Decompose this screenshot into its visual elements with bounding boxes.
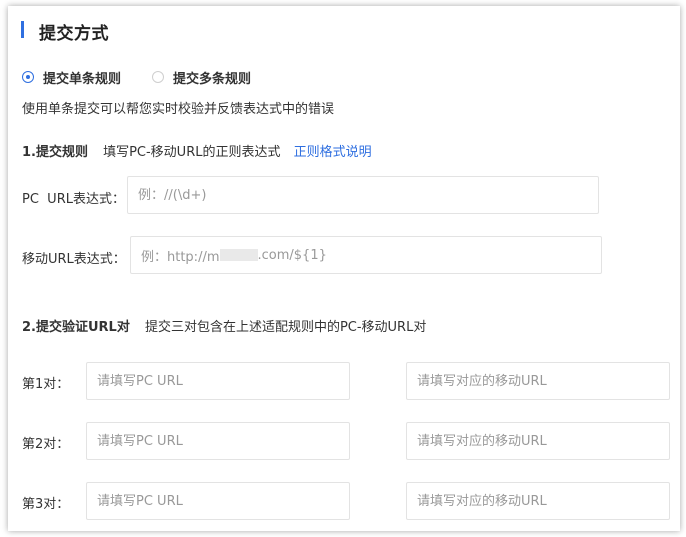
pair-1-pc-url-input[interactable] (86, 362, 350, 400)
verify-hint: 提交三对包含在上述适配规则中的PC-移动URL对 (144, 320, 427, 335)
radio-multi-label: 提交多条规则 (173, 72, 252, 87)
radio-checked-icon (22, 71, 34, 83)
verify-heading: 2.提交验证URL对 (22, 320, 130, 335)
pc-regex-input[interactable] (127, 176, 599, 214)
pair-2-pc-url-input[interactable] (86, 422, 350, 460)
pair-label: 第3对： (22, 497, 70, 512)
radio-single-rule[interactable]: 提交单条规则 (22, 68, 142, 87)
pair-label: 第2对： (22, 437, 70, 452)
pair-1-mobile-url-input[interactable] (406, 362, 670, 400)
pair-label: 第1对： (22, 377, 70, 392)
pair-2-mobile-url-input[interactable] (406, 422, 670, 460)
verify-header: 2.提交验证URL对 提交三对包含在上述适配规则中的PC-移动URL对 (22, 316, 426, 335)
masked-domain (219, 249, 258, 261)
submit-panel: 提交方式 提交单条规则 提交多条规则 使用单条提交可以帮您实时校验并反馈表达式中… (8, 6, 680, 531)
mobile-regex-input[interactable]: 例：http://m .com/${1} (130, 236, 602, 274)
radio-unchecked-icon (152, 71, 164, 83)
title-accent-bar (21, 21, 24, 38)
mobile-placeholder-suffix: .com/${1} (257, 247, 327, 263)
mobile-regex-label: 移动URL表达式： (22, 252, 126, 267)
pc-regex-label: PC URL表达式： (22, 192, 125, 207)
section-title: 提交方式 (39, 24, 109, 44)
radio-multi-rule[interactable]: 提交多条规则 (152, 68, 272, 87)
rules-header: 1.提交规则 填写PC-移动URL的正则表达式 正则格式说明 (22, 141, 372, 160)
rules-heading: 1.提交规则 (22, 145, 88, 160)
pair-3-mobile-url-input[interactable] (406, 482, 670, 520)
regex-help-link[interactable]: 正则格式说明 (294, 145, 372, 160)
mode-description: 使用单条提交可以帮您实时校验并反馈表达式中的错误 (22, 102, 335, 117)
pair-3-pc-url-input[interactable] (86, 482, 350, 520)
radio-single-label: 提交单条规则 (43, 72, 122, 87)
rules-hint: 填写PC-移动URL的正则表达式 (103, 145, 281, 160)
mobile-placeholder-prefix: 例：http://m (141, 249, 220, 265)
